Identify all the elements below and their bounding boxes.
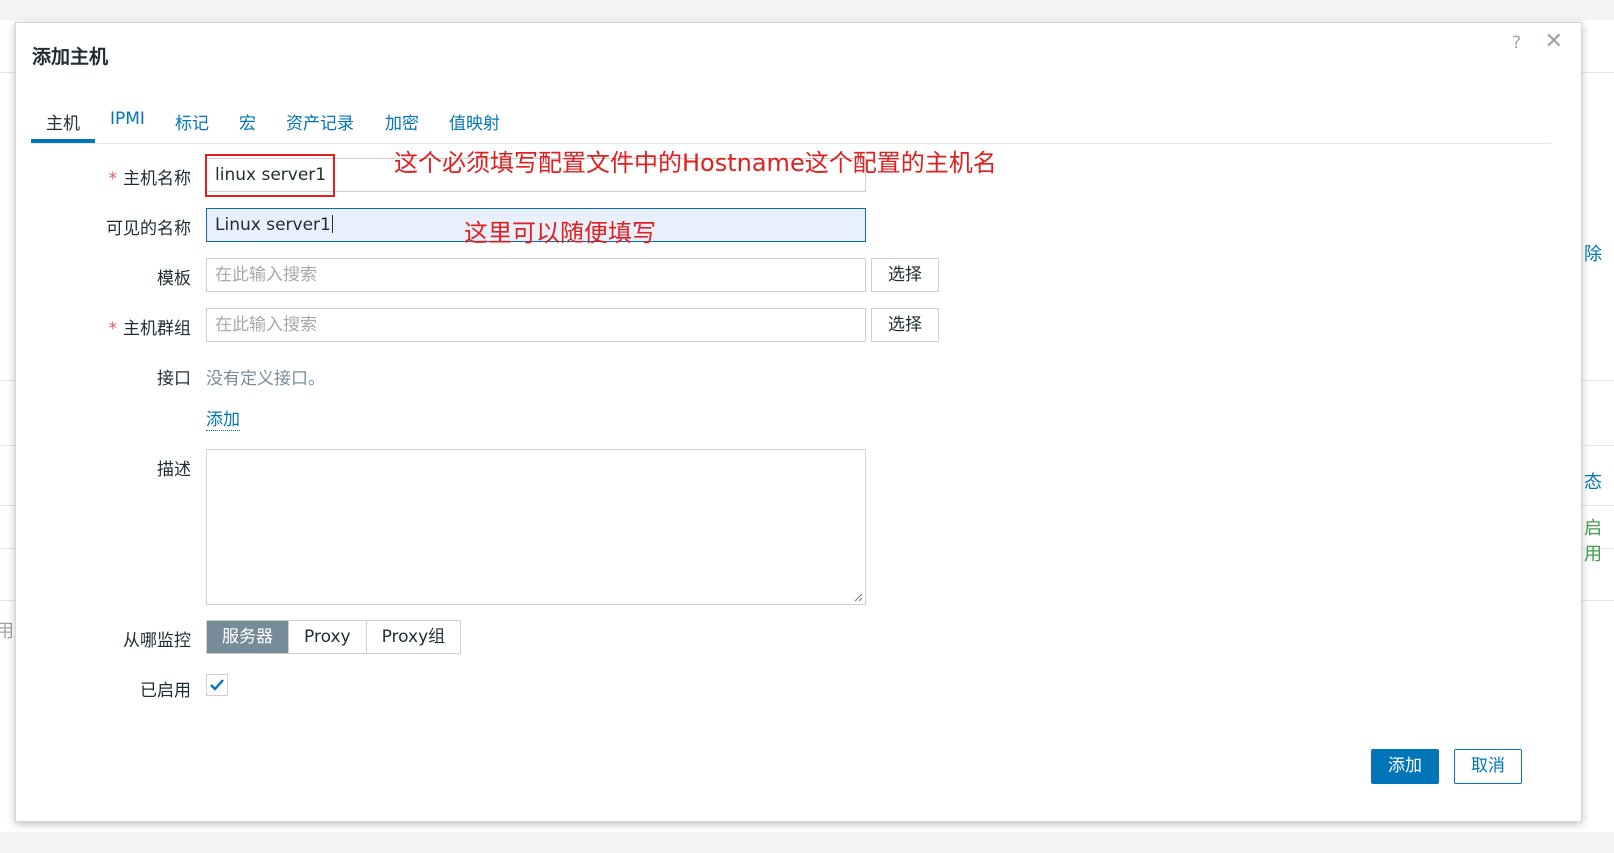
annotation-host-name-note: 这个必须填写配置文件中的Hostname这个配置的主机名 — [394, 149, 997, 177]
monitored-by-proxy-option[interactable]: Proxy — [289, 621, 367, 653]
visible-name-label: 可见的名称 — [106, 219, 191, 239]
host-groups-search-input[interactable]: 在此输入搜索 — [206, 308, 866, 342]
background-enabled-fragment: 启用 — [1584, 518, 1602, 565]
background-delete-fragment: 除 — [1584, 244, 1602, 265]
required-asterisk: * — [108, 169, 118, 189]
host-groups-label: * 主机群组 — [108, 319, 192, 339]
tab-bar: 主机 IPMI 标记 宏 资产记录 加密 值映射 — [31, 105, 1551, 144]
close-icon[interactable]: ✕ — [1545, 29, 1563, 54]
monitored-by-label: 从哪监控 — [123, 631, 191, 651]
tab-encryption[interactable]: 加密 — [385, 109, 419, 134]
no-interfaces-text: 没有定义接口。 — [206, 369, 325, 389]
tab-inventory[interactable]: 资产记录 — [286, 109, 354, 134]
description-label: 描述 — [157, 460, 191, 480]
checkmark-icon — [210, 679, 224, 691]
tab-tags[interactable]: 标记 — [175, 109, 209, 134]
tab-host[interactable]: 主机 — [46, 109, 80, 134]
add-button[interactable]: 添加 — [1371, 749, 1439, 784]
annotation-visible-name-note: 这里可以随便填写 — [464, 219, 656, 247]
enabled-label: 已启用 — [140, 681, 191, 701]
templates-label: 模板 — [157, 269, 191, 289]
cancel-button[interactable]: 取消 — [1454, 749, 1522, 784]
tab-macros[interactable]: 宏 — [239, 109, 256, 134]
annotation-highlight-box — [205, 154, 335, 197]
tab-ipmi[interactable]: IPMI — [110, 109, 145, 129]
templates-select-button[interactable]: 选择 — [871, 258, 939, 292]
enabled-checkbox[interactable] — [206, 674, 228, 696]
help-icon[interactable]: ? — [1512, 33, 1521, 53]
add-interface-link[interactable]: 添加 — [206, 405, 240, 431]
text-caret — [331, 215, 333, 233]
host-name-label: * 主机名称 — [108, 169, 192, 189]
host-groups-select-button[interactable]: 选择 — [871, 308, 939, 342]
tab-value-mapping[interactable]: 值映射 — [449, 109, 500, 134]
add-host-dialog: 添加主机 ? ✕ 主机 IPMI 标记 宏 资产记录 加密 值映射 * 主机名称 … — [15, 22, 1582, 822]
resize-grip-icon[interactable] — [853, 592, 863, 602]
interfaces-label: 接口 — [157, 369, 191, 389]
background-left-fragment: 用 — [0, 621, 14, 642]
monitored-by-segmented-control: 服务器 Proxy Proxy组 — [206, 620, 462, 654]
templates-search-input[interactable]: 在此输入搜索 — [206, 258, 866, 292]
background-status-fragment: 态 — [1584, 472, 1602, 493]
monitored-by-proxy-group-option[interactable]: Proxy组 — [366, 621, 461, 653]
description-textarea[interactable] — [206, 449, 866, 605]
required-asterisk: * — [108, 319, 118, 339]
active-tab-indicator — [31, 139, 95, 143]
monitored-by-server-option[interactable]: 服务器 — [207, 621, 289, 653]
dialog-title: 添加主机 — [32, 46, 109, 68]
